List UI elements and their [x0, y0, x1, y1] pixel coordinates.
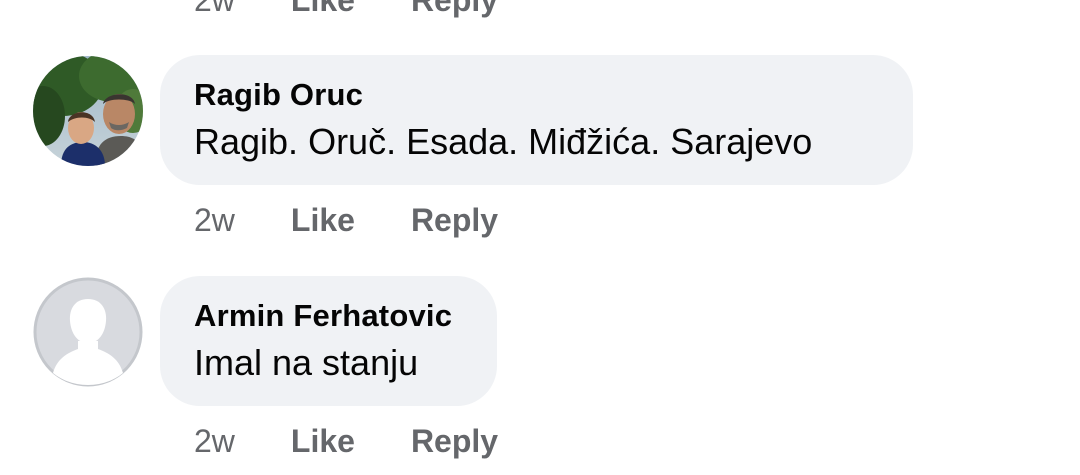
comment-author[interactable]: Ragib Oruc: [194, 75, 879, 115]
comment-actions: 2w Like Reply: [194, 200, 498, 240]
comment-timestamp[interactable]: 2w: [194, 200, 235, 240]
comment-bubble[interactable]: Ragib Oruc Ragib. Oruč. Esada. Miđžića. …: [160, 55, 913, 185]
like-button[interactable]: Like: [291, 421, 355, 461]
comment-timestamp[interactable]: 2w: [194, 421, 235, 461]
like-button[interactable]: Like: [291, 200, 355, 240]
comment-text: Imal na stanju: [194, 342, 419, 383]
avatar[interactable]: [33, 56, 143, 166]
comment-author[interactable]: Armin Ferhatovic: [194, 296, 463, 336]
previous-comment-actions: 2w Like Reply: [194, 0, 498, 20]
comment-actions: 2w Like Reply: [194, 421, 498, 461]
reply-button[interactable]: Reply: [411, 0, 498, 20]
comments-thread: 2w Like Reply Ragib Oruc Ragib. Oruč. Es…: [0, 0, 1080, 475]
comment-bubble[interactable]: Armin Ferhatovic Imal na stanju: [160, 276, 497, 406]
comment-text: Ragib. Oruč. Esada. Miđžića. Sarajevo: [194, 121, 813, 162]
avatar[interactable]: [33, 277, 143, 387]
profile-photo: [33, 56, 143, 166]
comment-timestamp[interactable]: 2w: [194, 0, 235, 20]
reply-button[interactable]: Reply: [411, 421, 498, 461]
reply-button[interactable]: Reply: [411, 200, 498, 240]
default-profile-silhouette-icon: [33, 277, 143, 387]
like-button[interactable]: Like: [291, 0, 355, 20]
